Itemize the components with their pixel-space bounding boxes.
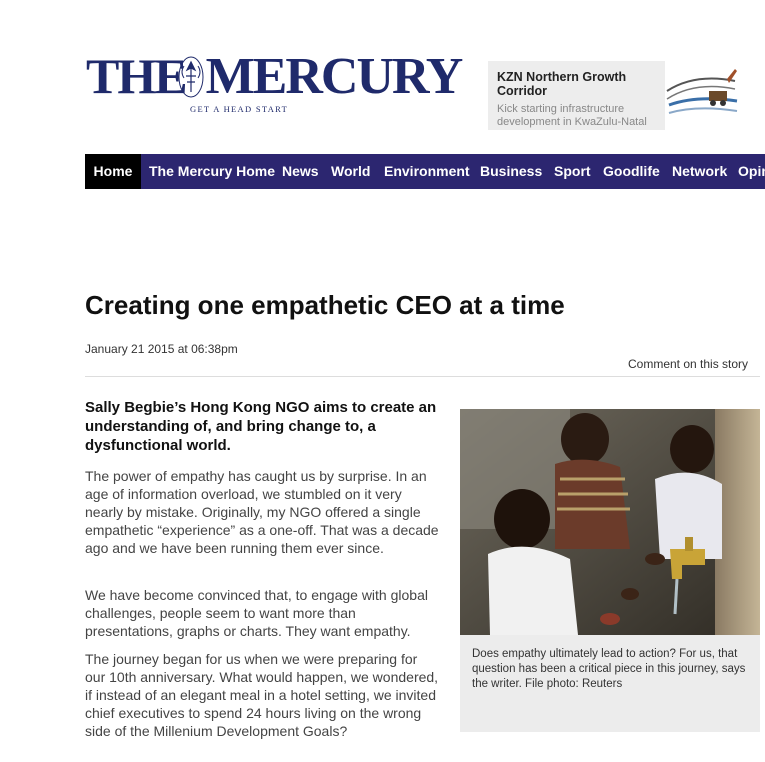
nav-item-goodlife[interactable]: Goodlife bbox=[603, 154, 660, 189]
photo-caption-box: Does empathy ultimately lead to action? … bbox=[460, 635, 760, 732]
promo-subtitle: Kick starting infrastructure development… bbox=[497, 103, 647, 128]
main-nav: Home The Mercury Home News World Environ… bbox=[85, 154, 765, 189]
nav-item-sport[interactable]: Sport bbox=[554, 154, 591, 189]
mercury-crest-icon bbox=[178, 56, 204, 98]
nav-item-label: The Mercury Home bbox=[149, 163, 276, 179]
article-paragraph: The journey began for us when we were pr… bbox=[85, 651, 439, 739]
site-logo[interactable]: THE MERCURY GET A HEAD START bbox=[86, 48, 463, 118]
infrastructure-illustration bbox=[665, 61, 738, 130]
article-date: January 21 2015 at 06:38pm bbox=[85, 342, 238, 356]
article-photo[interactable] bbox=[460, 409, 760, 635]
nav-item-home[interactable]: Home bbox=[85, 154, 141, 189]
logo-wordmark: THE MERCURY bbox=[86, 48, 464, 105]
logo-word-the: THE bbox=[86, 48, 188, 104]
nav-item-label: Home bbox=[93, 163, 133, 179]
nav-item-label: Opinion bbox=[738, 163, 765, 179]
article-paragraph: The power of empathy has caught us by su… bbox=[85, 468, 439, 556]
nav-item-label: Goodlife bbox=[603, 163, 660, 179]
article-paragraph: We have become convinced that, to engage… bbox=[85, 587, 428, 639]
logo-word-mercury: MERCURY bbox=[205, 48, 464, 105]
logo-tagline: GET A HEAD START bbox=[190, 104, 289, 114]
nav-item-business[interactable]: Business bbox=[480, 154, 542, 189]
comment-link[interactable]: Comment on this story bbox=[628, 357, 748, 371]
nav-item-opinion[interactable]: Opinion bbox=[738, 154, 765, 189]
promo-title: KZN Northern Growth Corridor bbox=[497, 70, 627, 98]
nav-item-label: Network bbox=[672, 163, 728, 179]
nav-item-environment[interactable]: Environment bbox=[384, 154, 470, 189]
nav-item-label: Environment bbox=[384, 163, 470, 179]
children-at-tap-photo bbox=[460, 409, 760, 635]
nav-item-label: News bbox=[282, 163, 319, 179]
nav-item-mercury-home[interactable]: The Mercury Home bbox=[149, 154, 275, 189]
article-headline: Creating one empathetic CEO at a time bbox=[85, 290, 565, 320]
article-intro: Sally Begbie’s Hong Kong NGO aims to cre… bbox=[85, 399, 437, 454]
nav-item-label: Sport bbox=[554, 163, 591, 179]
promo-kzn-corridor[interactable]: KZN Northern Growth Corridor Kick starti… bbox=[488, 61, 665, 130]
divider bbox=[85, 376, 760, 377]
nav-item-label: World bbox=[331, 163, 371, 179]
nav-item-label: Business bbox=[480, 163, 543, 179]
photo-caption: Does empathy ultimately lead to action? … bbox=[472, 648, 746, 690]
nav-item-news[interactable]: News bbox=[282, 154, 319, 189]
nav-item-network[interactable]: Network bbox=[672, 154, 727, 189]
nav-item-world[interactable]: World bbox=[331, 154, 370, 189]
